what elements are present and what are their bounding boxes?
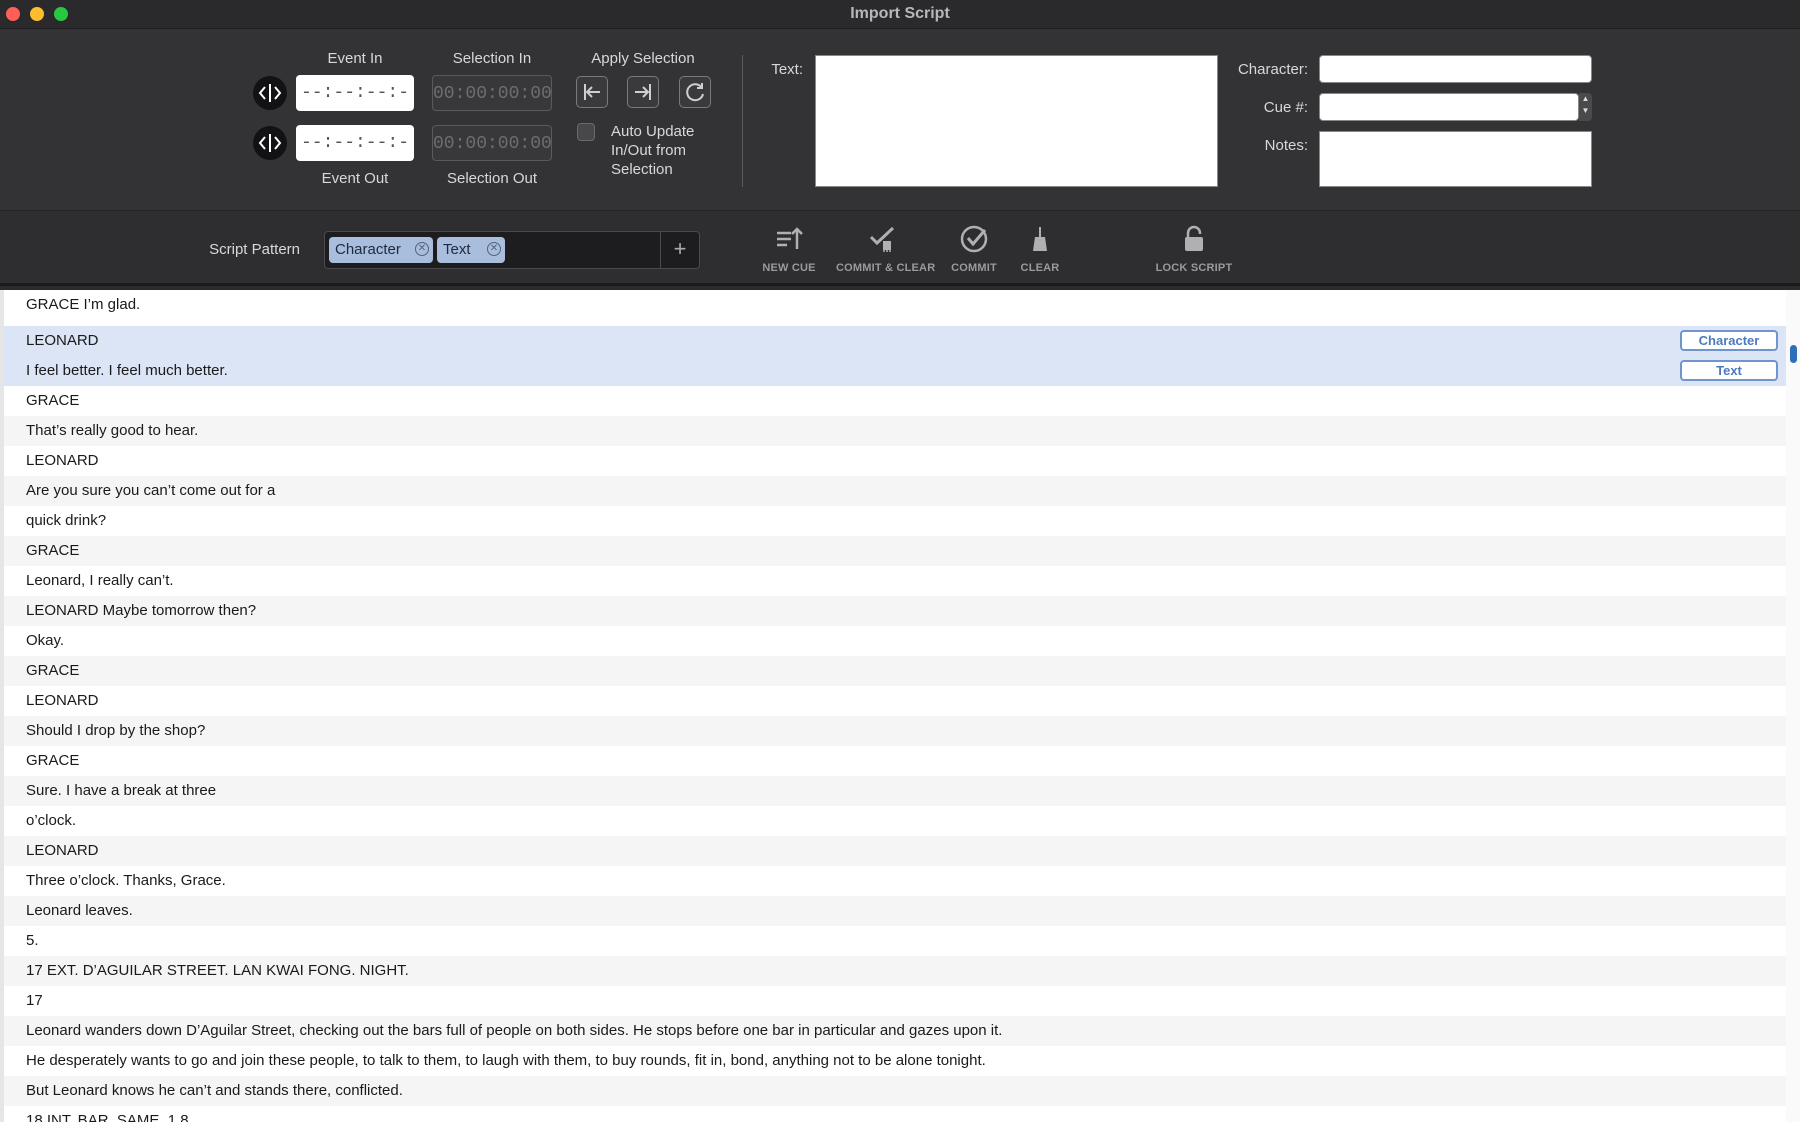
script-line[interactable]: 18 INT. BAR. SAME. 1 8: [4, 1106, 1786, 1122]
text-tag-button[interactable]: Text: [1680, 360, 1778, 381]
character-input[interactable]: [1319, 55, 1592, 83]
notes-label: Notes:: [1264, 137, 1308, 154]
character-tag-button[interactable]: Character: [1680, 330, 1778, 351]
script-line[interactable]: GRACE: [4, 746, 1786, 776]
script-line[interactable]: GRACE I’m glad.: [4, 290, 1786, 320]
script-line[interactable]: Sure. I have a break at three: [4, 776, 1786, 806]
script-line[interactable]: Leonard, I really can’t.: [4, 566, 1786, 596]
apply-selection-label: Apply Selection: [591, 50, 695, 67]
commit-clear-icon: [869, 226, 895, 252]
window-title: Import Script: [850, 5, 950, 22]
selection-out-field[interactable]: 00:00:00:00: [432, 125, 552, 161]
commit-clear-button[interactable]: COMMIT & CLEAR: [836, 225, 935, 274]
set-out-icon: [635, 84, 651, 100]
cue-number-stepper[interactable]: ▲ ▼: [1579, 93, 1592, 121]
auto-update-checkbox[interactable]: [577, 123, 595, 141]
script-line[interactable]: Leonard leaves.: [4, 896, 1786, 926]
pattern-token-character[interactable]: Character ✕: [329, 237, 433, 263]
remove-token-icon[interactable]: ✕: [415, 242, 429, 256]
event-out-nav-button[interactable]: [253, 126, 287, 160]
script-line[interactable]: GRACE: [4, 656, 1786, 686]
auto-update-label: Auto Update In/Out from Selection: [611, 123, 695, 178]
script-line[interactable]: quick drink?: [4, 506, 1786, 536]
new-cue-icon: [777, 227, 803, 249]
script-line[interactable]: 17 EXT. D’AGUILAR STREET. LAN KWAI FONG.…: [4, 956, 1786, 986]
unlock-icon: [1185, 225, 1203, 251]
script-line-selected[interactable]: I feel better. I feel much better. Text: [4, 356, 1786, 386]
refresh-icon: [686, 83, 704, 102]
script-line[interactable]: Okay.: [4, 626, 1786, 656]
script-line[interactable]: Three o’clock. Thanks, Grace.: [4, 866, 1786, 896]
event-out-label: Event Out: [321, 170, 389, 187]
scrollbar-thumb[interactable]: [1790, 345, 1797, 363]
text-label: Text:: [771, 61, 803, 78]
title-bar: Import Script: [0, 0, 1800, 29]
script-line[interactable]: GRACE: [4, 536, 1786, 566]
pattern-toolbar: Script Pattern Character ✕ Text ✕ + NEW …: [0, 210, 1800, 286]
notes-input[interactable]: [1319, 131, 1592, 187]
selection-out-label: Selection Out: [446, 170, 538, 187]
script-list[interactable]: GRACE I’m glad. LEONARD Character I feel…: [0, 290, 1800, 1122]
script-line[interactable]: LEONARD: [4, 686, 1786, 716]
refresh-selection-button[interactable]: [679, 76, 711, 108]
event-in-label: Event In: [327, 50, 383, 67]
text-input[interactable]: [815, 55, 1218, 187]
selection-in-label: Selection In: [452, 50, 532, 67]
code-brackets-icon: [258, 84, 282, 102]
timecode-panel: Event In Selection In Apply Selection --…: [0, 29, 1800, 210]
script-line[interactable]: LEONARD Maybe tomorrow then?: [4, 596, 1786, 626]
clear-button[interactable]: CLEAR: [1015, 225, 1065, 274]
event-out-field[interactable]: --:--:--:--: [296, 125, 414, 189]
selection-in-field[interactable]: 00:00:00:00: [432, 75, 552, 111]
set-in-icon: [584, 84, 600, 100]
script-line[interactable]: Should I drop by the shop?: [4, 716, 1786, 746]
remove-token-icon[interactable]: ✕: [487, 242, 501, 256]
script-line[interactable]: He desperately wants to go and join thes…: [4, 1046, 1786, 1076]
set-out-button[interactable]: [627, 76, 659, 108]
lock-script-button[interactable]: LOCK SCRIPT: [1154, 225, 1234, 274]
script-pattern-field[interactable]: Character ✕ Text ✕ +: [324, 231, 700, 269]
script-line[interactable]: GRACE: [4, 386, 1786, 416]
script-line[interactable]: 5.: [4, 926, 1786, 956]
script-line[interactable]: LEONARD: [4, 446, 1786, 476]
commit-button[interactable]: COMMIT: [944, 225, 1004, 274]
script-line[interactable]: 17: [4, 986, 1786, 1016]
script-line[interactable]: Are you sure you can’t come out for a: [4, 476, 1786, 506]
event-in-nav-button[interactable]: [253, 76, 287, 110]
check-circle-icon: [960, 225, 988, 253]
script-line[interactable]: LEONARD: [4, 836, 1786, 866]
script-line[interactable]: Leonard wanders down D’Aguilar Street, c…: [4, 1016, 1786, 1046]
set-in-button[interactable]: [576, 76, 608, 108]
cue-number-input[interactable]: [1319, 93, 1579, 121]
script-line[interactable]: But Leonard knows he can’t and stands th…: [4, 1076, 1786, 1106]
script-pattern-label: Script Pattern: [209, 241, 300, 258]
character-label: Character:: [1237, 61, 1308, 78]
add-pattern-button[interactable]: +: [660, 232, 699, 268]
cue-number-label: Cue #:: [1263, 99, 1308, 116]
script-line[interactable]: o’clock.: [4, 806, 1786, 836]
event-in-field[interactable]: --:--:--:--: [296, 75, 414, 139]
code-brackets-icon: [258, 134, 282, 152]
broom-icon: [1033, 227, 1047, 251]
new-cue-button[interactable]: NEW CUE: [754, 225, 824, 274]
scrollbar[interactable]: [1786, 290, 1800, 1122]
script-line[interactable]: That’s really good to hear.: [4, 416, 1786, 446]
script-line-selected[interactable]: LEONARD Character: [4, 326, 1786, 356]
pattern-token-text[interactable]: Text ✕: [437, 237, 505, 263]
